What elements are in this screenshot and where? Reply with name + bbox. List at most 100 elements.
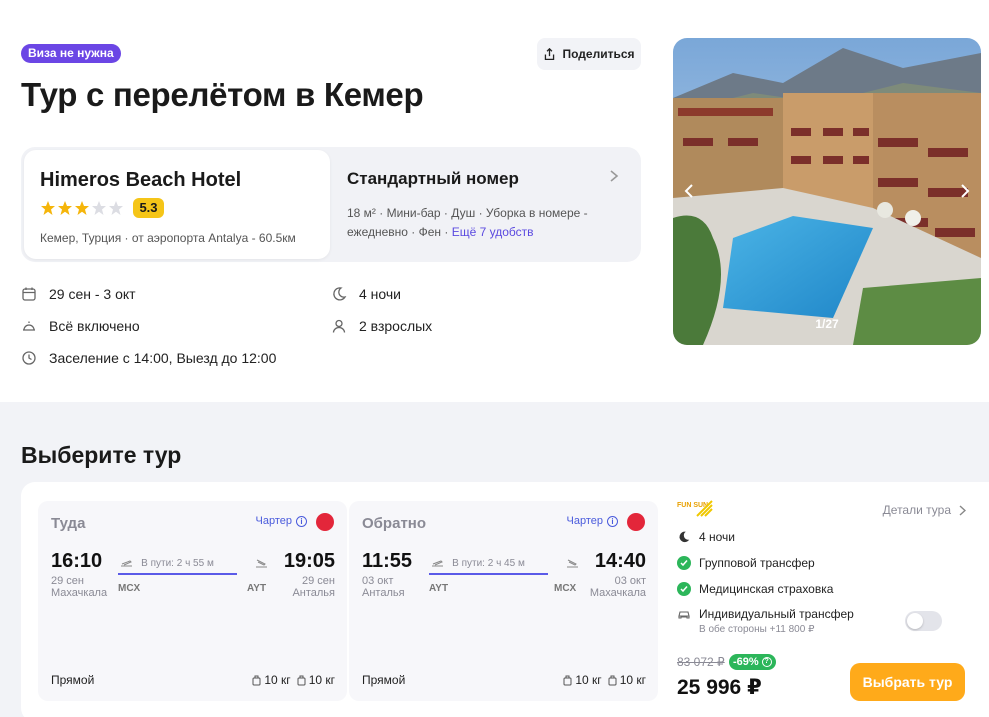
photo-next-icon[interactable]: [958, 182, 972, 200]
room-amenities-line1: 18 м² · Мини-бар · Душ · Уборка в номере…: [347, 206, 588, 220]
checked-baggage: 10 кг: [297, 673, 335, 687]
room-title[interactable]: Стандартный номер: [347, 169, 519, 189]
flight-outbound[interactable]: Туда Чартер i 16:10 19:05 29 сен Махачка…: [38, 501, 347, 701]
departure-time: 16:10: [51, 550, 103, 572]
photo-counter: 1/27: [815, 317, 839, 331]
flight-duration: В пути: 2 ч 45 м: [452, 558, 525, 569]
hotel-airport-distance: от аэропорта Antalya - 60.5км: [131, 231, 296, 245]
fact-guests-text: 2 взрослых: [359, 318, 433, 334]
suitcase-icon: [297, 675, 306, 685]
arrival-date: 03 окт: [614, 575, 646, 587]
page-title: Тур с перелётом в Кемер: [21, 76, 424, 113]
departure-date: 29 сен: [51, 575, 84, 587]
share-button[interactable]: Поделиться: [537, 38, 641, 70]
charter-label[interactable]: Чартер i: [256, 515, 307, 527]
airline-logo-icon: [316, 513, 334, 531]
flight-direction-label: Туда: [51, 515, 86, 532]
room-amenities-line2: ежедневно · Фен ·: [347, 225, 452, 239]
moon-icon: [679, 531, 690, 543]
arrival-date: 29 сен: [302, 575, 335, 587]
star-filled-icon: [75, 201, 89, 215]
more-amenities-link[interactable]: Ещё 7 удобств: [452, 225, 534, 239]
luggage-icon: [563, 675, 572, 685]
arrival-city: Анталья: [292, 587, 335, 599]
baggage-info: 10 кг 10 кг: [563, 673, 646, 687]
carry-on-weight: 10 кг: [264, 673, 291, 687]
airline-logo-icon: [627, 513, 645, 531]
tour-price: 25 996 ₽: [677, 676, 762, 699]
share-button-label: Поделиться: [562, 47, 635, 61]
discount-badge[interactable]: -69% ?: [729, 654, 776, 670]
chevron-right-icon: [959, 504, 966, 516]
departure-city: Анталья: [362, 587, 405, 599]
flight-type: Прямой: [51, 673, 95, 687]
food-cloche-icon: [23, 321, 35, 331]
carry-on-baggage: 10 кг: [252, 673, 291, 687]
individual-transfer-price: В обе стороны +11 800 ₽: [699, 624, 815, 635]
check-icon: [677, 582, 691, 596]
route-line: [118, 573, 237, 575]
side-nights-text: 4 ночи: [699, 530, 735, 544]
hotel-header-section: Виза не нужна Поделиться Тур с перелётом…: [0, 0, 989, 402]
operator-logo-text: FUN SUN: [677, 502, 708, 509]
arrival-airport-code: MCX: [554, 583, 577, 594]
hotel-name[interactable]: Himeros Beach Hotel: [40, 169, 241, 192]
fact-checkin-text: Заселение с 14:00, Выезд до 12:00: [49, 350, 277, 366]
hotel-info-box[interactable]: Himeros Beach Hotel 5.3 Кемер, Турция · …: [24, 150, 330, 259]
baggage-info: 10 кг 10 кг: [252, 673, 335, 687]
side-insurance: Медицинская страховка: [677, 582, 833, 596]
info-icon: ?: [761, 657, 772, 667]
fact-guests: 2 взрослых: [331, 318, 432, 334]
checked-weight: 10 кг: [308, 673, 335, 687]
individual-transfer-toggle[interactable]: [905, 611, 942, 631]
hotel-location: Кемер, Турция · от аэропорта Antalya - 6…: [40, 231, 296, 245]
departure-airport-code: AYT: [429, 583, 449, 594]
side-nights: 4 ночи: [677, 530, 735, 544]
star-filled-icon: [58, 201, 72, 215]
fact-nights-text: 4 ночи: [359, 286, 401, 302]
clock-icon: [22, 351, 36, 365]
tour-details-link[interactable]: Детали тура: [883, 503, 966, 517]
fact-dates: 29 сен - 3 окт: [21, 286, 136, 302]
side-transfer: Групповой трансфер: [677, 556, 815, 570]
photo-prev-icon[interactable]: [682, 182, 696, 200]
moon-icon: [333, 287, 347, 301]
room-amenities: 18 м² · Мини-бар · Душ · Уборка в номере…: [347, 204, 607, 242]
share-icon: [545, 47, 555, 60]
star-filled-icon: [41, 201, 55, 215]
flight-type: Прямой: [362, 673, 406, 687]
luggage-icon: [252, 675, 261, 685]
fact-nights: 4 ночи: [331, 286, 401, 302]
charter-label[interactable]: Чартер i: [567, 515, 618, 527]
select-tour-button[interactable]: Выбрать тур: [850, 663, 965, 701]
carry-on-baggage: 10 кг: [563, 673, 602, 687]
calendar-icon: [22, 287, 36, 301]
info-icon[interactable]: i: [607, 515, 618, 527]
flight-duration: В пути: 2 ч 55 м: [141, 558, 214, 569]
flight-inbound[interactable]: Обратно Чартер i 11:55 14:40 03 окт Анта…: [349, 501, 658, 701]
rating-badge: 5.3: [133, 198, 164, 218]
toggle-knob: [907, 613, 923, 629]
tour-card: Туда Чартер i 16:10 19:05 29 сен Махачка…: [21, 482, 989, 717]
chevron-right-icon[interactable]: [608, 169, 620, 183]
hotel-photo-gallery[interactable]: 1/27: [673, 38, 981, 345]
carry-on-weight: 10 кг: [575, 673, 602, 687]
user-icon: [332, 319, 346, 333]
departure-airport-code: MCX: [118, 583, 141, 594]
fact-meal-text: Всё включено: [49, 318, 140, 334]
hotel-stars: [40, 200, 124, 216]
hotel-photo: [673, 38, 981, 345]
info-icon[interactable]: i: [296, 515, 307, 527]
arrival-time: 19:05: [283, 550, 335, 572]
star-empty-icon: [109, 201, 123, 215]
arrival-time: 14:40: [594, 550, 646, 572]
hotel-city: Кемер, Турция: [40, 231, 122, 245]
choose-tour-title: Выберите тур: [21, 442, 182, 468]
departure-time: 11:55: [362, 550, 413, 572]
car-icon: [678, 611, 690, 619]
old-price: 83 072 ₽: [677, 655, 725, 669]
fact-dates-text: 29 сен - 3 окт: [49, 286, 136, 302]
side-individual-transfer: Индивидуальный трансфер: [677, 607, 854, 621]
route-line: [429, 573, 548, 575]
hotel-room-card: Himeros Beach Hotel 5.3 Кемер, Турция · …: [21, 147, 641, 262]
